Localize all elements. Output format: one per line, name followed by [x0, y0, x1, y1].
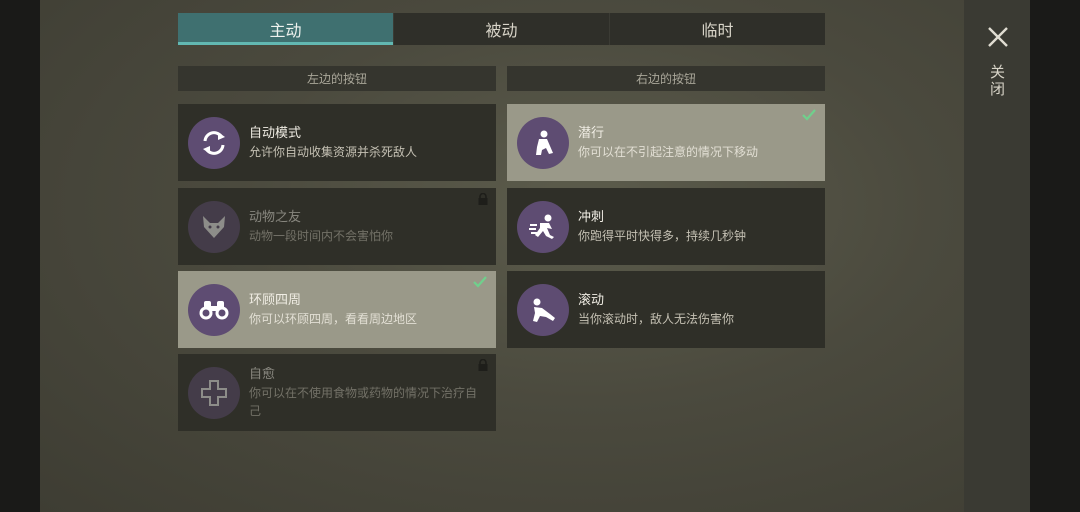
- skill-title: 冲刺: [578, 209, 605, 225]
- skill-desc: 你可以在不引起注意的情况下移动: [578, 144, 759, 159]
- skill-title: 自动模式: [249, 125, 302, 141]
- sneak-icon: [517, 116, 569, 169]
- skill-desc: 当你滚动时，敌人无法伤害你: [578, 311, 735, 326]
- skill-card-self-heal[interactable]: 自愈 你可以在不使用食物或药物的情况下治疗自己: [178, 354, 496, 431]
- tab-bar: 主动 被动 临时: [178, 13, 825, 45]
- check-icon: [473, 276, 487, 288]
- skill-card-sneak[interactable]: 潜行 你可以在不引起注意的情况下移动: [507, 104, 825, 181]
- tab-temporary[interactable]: 临时: [610, 13, 825, 45]
- skill-card-auto-mode[interactable]: 自动模式 允许你自动收集资源并杀死敌人: [178, 104, 496, 181]
- skill-title: 动物之友: [249, 209, 302, 225]
- skill-desc: 你可以在不使用食物或药物的情况下治疗自己: [249, 385, 478, 418]
- skill-title: 自愈: [249, 366, 276, 382]
- close-icon[interactable]: [986, 25, 1010, 49]
- check-icon: [802, 109, 816, 121]
- skill-desc: 允许你自动收集资源并杀死敌人: [249, 144, 418, 159]
- skill-title: 环顾四周: [249, 292, 302, 308]
- skill-card-animal-friend[interactable]: 动物之友 动物一段时间内不会害怕你: [178, 188, 496, 265]
- sprint-icon: [517, 200, 569, 253]
- left-column-header: 左边的按钮: [178, 66, 496, 91]
- lock-icon: [478, 359, 488, 371]
- tab-active[interactable]: 主动: [178, 13, 394, 45]
- skill-card-sprint[interactable]: 冲刺 你跑得平时快得多，持续几秒钟: [507, 188, 825, 265]
- refresh-icon: [188, 116, 240, 169]
- skill-desc: 你可以环顾四周，看看周边地区: [249, 311, 418, 326]
- skill-card-look-around[interactable]: 环顾四周 你可以环顾四周，看看周边地区: [178, 271, 496, 348]
- skill-card-roll[interactable]: 滚动 当你滚动时，敌人无法伤害你: [507, 271, 825, 348]
- tab-passive[interactable]: 被动: [394, 13, 610, 45]
- lock-icon: [478, 193, 488, 205]
- binoculars-icon: [188, 283, 240, 336]
- skill-title: 滚动: [578, 292, 605, 308]
- plus-icon: [188, 366, 240, 419]
- close-label[interactable]: 关闭: [988, 64, 1008, 98]
- fox-icon: [188, 200, 240, 253]
- skill-desc: 你跑得平时快得多，持续几秒钟: [578, 228, 747, 243]
- skill-title: 潜行: [578, 125, 605, 141]
- right-column-header: 右边的按钮: [507, 66, 825, 91]
- roll-icon: [517, 283, 569, 336]
- skill-desc: 动物一段时间内不会害怕你: [249, 228, 394, 243]
